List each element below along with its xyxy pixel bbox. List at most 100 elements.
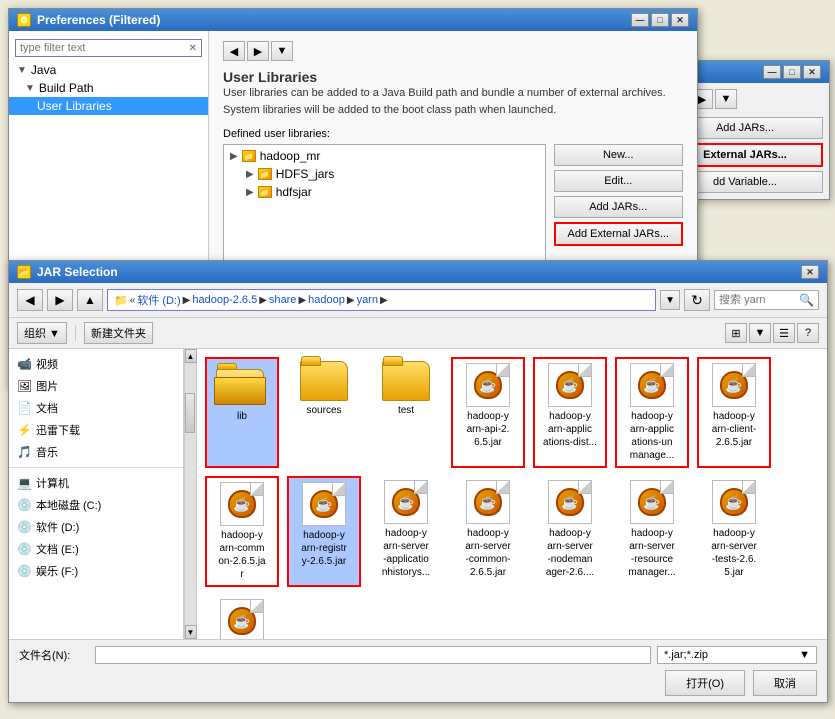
file-item-yarn-resmgr[interactable]: ☕ hadoop-yarn-server-resourcemanager... bbox=[615, 476, 689, 587]
file-item-yarn-client[interactable]: ☕ hadoop-yarn-client-2.6.5.jar bbox=[697, 357, 771, 468]
sidebar-item-drive-c[interactable]: 💿 本地磁盘 (C:) bbox=[9, 494, 183, 516]
open-btn[interactable]: 打开(O) bbox=[665, 670, 745, 696]
java-cup-6-icon: ☕ bbox=[310, 490, 338, 518]
yarn-apphistory-icon: ☕ bbox=[384, 480, 428, 524]
path-arr0: « bbox=[130, 295, 136, 306]
add-external-jars-btn[interactable]: Add External JARs... bbox=[554, 222, 684, 246]
file-item-yarn-registry[interactable]: ☕ hadoop-yarn-registry-2.6.5.jar bbox=[287, 476, 361, 587]
toolbar-right: ⊞ ▼ ☰ ? bbox=[725, 323, 819, 343]
scroll-up-btn[interactable]: ▲ bbox=[185, 349, 197, 363]
pref-maximize-btn[interactable]: □ bbox=[651, 13, 669, 27]
file-label-yarn-app-un: hadoop-yarn-applications-unmanage... bbox=[630, 410, 674, 462]
file-label-yarn-app-dist: hadoop-yarn-applications-dist... bbox=[543, 410, 597, 449]
tree-item-build-path[interactable]: ▼ Build Path bbox=[9, 79, 208, 97]
sidebar-item-drive-f[interactable]: 💿 娱乐 (F:) bbox=[9, 560, 183, 582]
sources-folder-icon bbox=[300, 361, 348, 401]
help-btn[interactable]: ? bbox=[797, 323, 819, 343]
file-item-yarn-common2[interactable]: ☕ hadoop-yarn-server-common-2.6.5.jar bbox=[451, 476, 525, 587]
sidebar-item-xunlei[interactable]: ⚡ 迅雷下载 bbox=[9, 419, 183, 441]
sidebar-item-videos[interactable]: 📹 视频 bbox=[9, 353, 183, 375]
file-item-test[interactable]: test bbox=[369, 357, 443, 468]
filename-input[interactable] bbox=[95, 646, 651, 664]
filter-box[interactable]: ✕ bbox=[15, 39, 202, 57]
file-item-yarn-webproxy[interactable]: ☕ hadoop-yarn-server-web-proxy-2.6.5.jar bbox=[205, 595, 279, 639]
path-dropdown-btn[interactable]: ▼ bbox=[660, 290, 680, 310]
file-item-yarn-app-un[interactable]: ☕ hadoop-yarn-applications-unmanage... bbox=[615, 357, 689, 468]
tree-item-user-libraries[interactable]: User Libraries bbox=[9, 97, 208, 115]
filter-clear-icon[interactable]: ✕ bbox=[189, 43, 197, 54]
sidebar-item-docs[interactable]: 📄 文档 bbox=[9, 397, 183, 419]
cancel-btn[interactable]: 取消 bbox=[753, 670, 817, 696]
path-seg-4[interactable]: yarn bbox=[357, 294, 378, 306]
mini-menu-btn[interactable]: ▼ bbox=[715, 89, 737, 109]
view-details-btn[interactable]: ☰ bbox=[773, 323, 795, 343]
organize-btn[interactable]: 组织 ▼ bbox=[17, 322, 67, 344]
sidebar-item-drive-d[interactable]: 💿 软件 (D:) bbox=[9, 516, 183, 538]
pref-menu-btn[interactable]: ▼ bbox=[271, 41, 293, 61]
edit-btn[interactable]: Edit... bbox=[554, 170, 684, 192]
sidebar-item-drive-e[interactable]: 💿 文档 (E:) bbox=[9, 538, 183, 560]
lib-row-hdfsjar[interactable]: ▶ 📁 hdfsjar bbox=[226, 183, 543, 201]
path-seg-3[interactable]: hadoop bbox=[308, 294, 345, 306]
pref-minimize-btn[interactable]: — bbox=[631, 13, 649, 27]
lib-row-hadoop-mr[interactable]: ▶ 📁 hadoop_mr bbox=[226, 147, 543, 165]
open-folder-front bbox=[214, 377, 266, 405]
file-item-yarn-tests[interactable]: ☕ hadoop-yarn-server-tests-2.6.5.jar bbox=[697, 476, 771, 587]
filter-input[interactable] bbox=[20, 42, 189, 54]
mini-minimize-btn[interactable]: — bbox=[763, 65, 781, 79]
jar-back-btn[interactable]: ◀ bbox=[17, 289, 43, 311]
view-list-btn[interactable]: ▼ bbox=[749, 323, 771, 343]
refresh-btn[interactable]: ↻ bbox=[684, 289, 710, 311]
file-item-yarn-app-dist[interactable]: ☕ hadoop-yarn-applications-dist... bbox=[533, 357, 607, 468]
file-item-sources[interactable]: sources bbox=[287, 357, 361, 468]
file-item-yarn-common[interactable]: ☕ hadoop-yarn-common-2.6.5.jar bbox=[205, 476, 279, 587]
hadoop-mr-icon: 📁 bbox=[242, 150, 256, 162]
drive-e-label: 文档 (E:) bbox=[36, 541, 79, 557]
view-icons-btn[interactable]: ⊞ bbox=[725, 323, 747, 343]
scroll-down-btn[interactable]: ▼ bbox=[185, 625, 197, 639]
path-bar[interactable]: 📁 « 软件 (D:) ▶ hadoop-2.6.5 ▶ share ▶ had… bbox=[107, 289, 656, 311]
pref-back-btn[interactable]: ◀ bbox=[223, 41, 245, 61]
hdfsjar-icon: 📁 bbox=[258, 186, 272, 198]
pref-close-btn[interactable]: ✕ bbox=[671, 13, 689, 27]
hdfs-jars-arrow: ▶ bbox=[246, 169, 254, 180]
filename-row: 文件名(N): *.jar;*.zip ▼ bbox=[19, 646, 817, 664]
new-folder-group: 新建文件夹 bbox=[84, 322, 153, 344]
lib-row-hdfs-jars[interactable]: ▶ 📁 HDFS_jars bbox=[226, 165, 543, 183]
file-item-lib[interactable]: lib bbox=[205, 357, 279, 468]
add-jars-btn[interactable]: Add JARs... bbox=[554, 196, 684, 218]
mini-maximize-btn[interactable]: □ bbox=[783, 65, 801, 79]
mini-close-btn[interactable]: ✕ bbox=[803, 65, 821, 79]
pref-fwd-btn[interactable]: ▶ bbox=[247, 41, 269, 61]
jar-titlebar-controls: ✕ bbox=[801, 265, 819, 279]
build-path-arrow: ▼ bbox=[25, 83, 35, 94]
jar-up-btn[interactable]: ▲ bbox=[77, 289, 103, 311]
computer-label: 计算机 bbox=[36, 475, 69, 491]
file-label-yarn-apphistory: hadoop-yarn-server-applicationhistorys..… bbox=[382, 527, 430, 579]
file-item-yarn-api[interactable]: ☕ hadoop-yarn-api-2.6.5.jar bbox=[451, 357, 525, 468]
path-seg-1[interactable]: hadoop-2.6.5 bbox=[192, 294, 257, 306]
search-box: 🔍 bbox=[714, 290, 819, 310]
jar-close-btn[interactable]: ✕ bbox=[801, 265, 819, 279]
search-input[interactable] bbox=[719, 294, 799, 306]
jar-fwd-btn[interactable]: ▶ bbox=[47, 289, 73, 311]
new-folder-btn[interactable]: 新建文件夹 bbox=[84, 322, 153, 344]
preferences-titlebar: ⚙ Preferences (Filtered) — □ ✕ bbox=[9, 9, 697, 31]
path-seg-2[interactable]: share bbox=[269, 294, 297, 306]
path-arr4: ▶ bbox=[347, 295, 355, 306]
scroll-track[interactable] bbox=[185, 363, 196, 625]
drive-c-label: 本地磁盘 (C:) bbox=[36, 497, 101, 513]
sidebar-item-pictures[interactable]: 🖼 图片 bbox=[9, 375, 183, 397]
filetype-dropdown[interactable]: *.jar;*.zip ▼ bbox=[657, 646, 817, 664]
new-btn[interactable]: New... bbox=[554, 144, 684, 166]
sidebar-item-music[interactable]: 🎵 音乐 bbox=[9, 441, 183, 463]
tree-item-java[interactable]: ▼ Java bbox=[9, 61, 208, 79]
docs-icon: 📄 bbox=[17, 401, 32, 415]
file-label-yarn-client: hadoop-yarn-client-2.6.5.jar bbox=[712, 410, 756, 449]
path-seg-0[interactable]: 软件 (D:) bbox=[137, 292, 180, 308]
path-arr2: ▶ bbox=[259, 295, 267, 306]
sidebar-item-computer[interactable]: 💻 计算机 bbox=[9, 472, 183, 494]
file-item-yarn-nodemgr[interactable]: ☕ hadoop-yarn-server-nodemanager-2.6.... bbox=[533, 476, 607, 587]
file-item-yarn-apphistory[interactable]: ☕ hadoop-yarn-server-applicationhistorys… bbox=[369, 476, 443, 587]
jar-bottom-bar: 文件名(N): *.jar;*.zip ▼ 打开(O) 取消 bbox=[9, 639, 827, 702]
